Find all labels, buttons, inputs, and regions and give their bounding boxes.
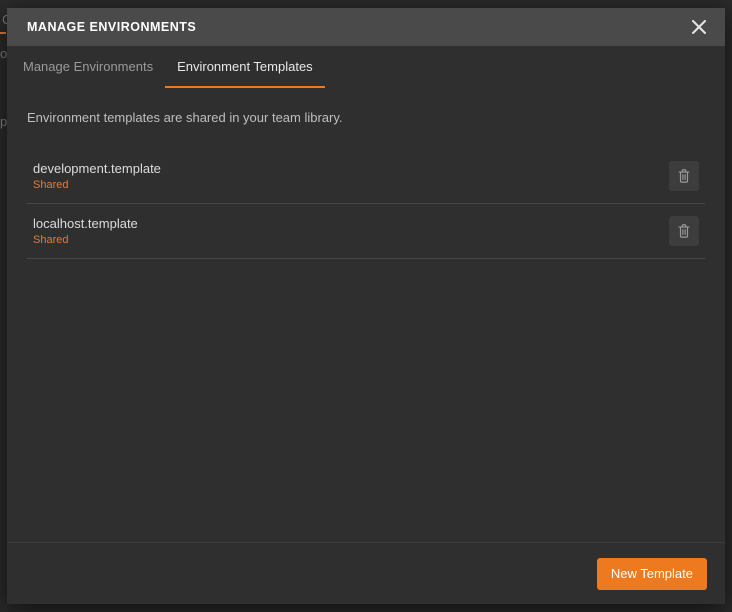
template-name: development.template bbox=[33, 161, 669, 176]
close-icon bbox=[692, 20, 706, 34]
modal-header: MANAGE ENVIRONMENTS bbox=[7, 8, 725, 46]
tab-manage-environments[interactable]: Manage Environments bbox=[11, 46, 165, 88]
template-row[interactable]: development.template Shared bbox=[27, 149, 705, 204]
new-template-button[interactable]: New Template bbox=[597, 558, 707, 590]
tab-environment-templates[interactable]: Environment Templates bbox=[165, 46, 325, 88]
trash-icon bbox=[677, 224, 691, 238]
modal-title: MANAGE ENVIRONMENTS bbox=[27, 20, 687, 34]
template-status: Shared bbox=[33, 234, 669, 246]
delete-template-button[interactable] bbox=[669, 216, 699, 246]
manage-environments-modal: MANAGE ENVIRONMENTS Manage Environments … bbox=[7, 8, 725, 604]
tab-bar: Manage Environments Environment Template… bbox=[7, 46, 725, 88]
body-description: Environment templates are shared in your… bbox=[27, 110, 705, 125]
template-list: development.template Shared localhost.te… bbox=[27, 149, 705, 259]
template-name: localhost.template bbox=[33, 216, 669, 231]
close-button[interactable] bbox=[687, 15, 711, 39]
modal-footer: New Template bbox=[7, 542, 725, 604]
modal-body: Environment templates are shared in your… bbox=[7, 88, 725, 542]
trash-icon bbox=[677, 169, 691, 183]
template-status: Shared bbox=[33, 179, 669, 191]
delete-template-button[interactable] bbox=[669, 161, 699, 191]
template-row[interactable]: localhost.template Shared bbox=[27, 204, 705, 259]
